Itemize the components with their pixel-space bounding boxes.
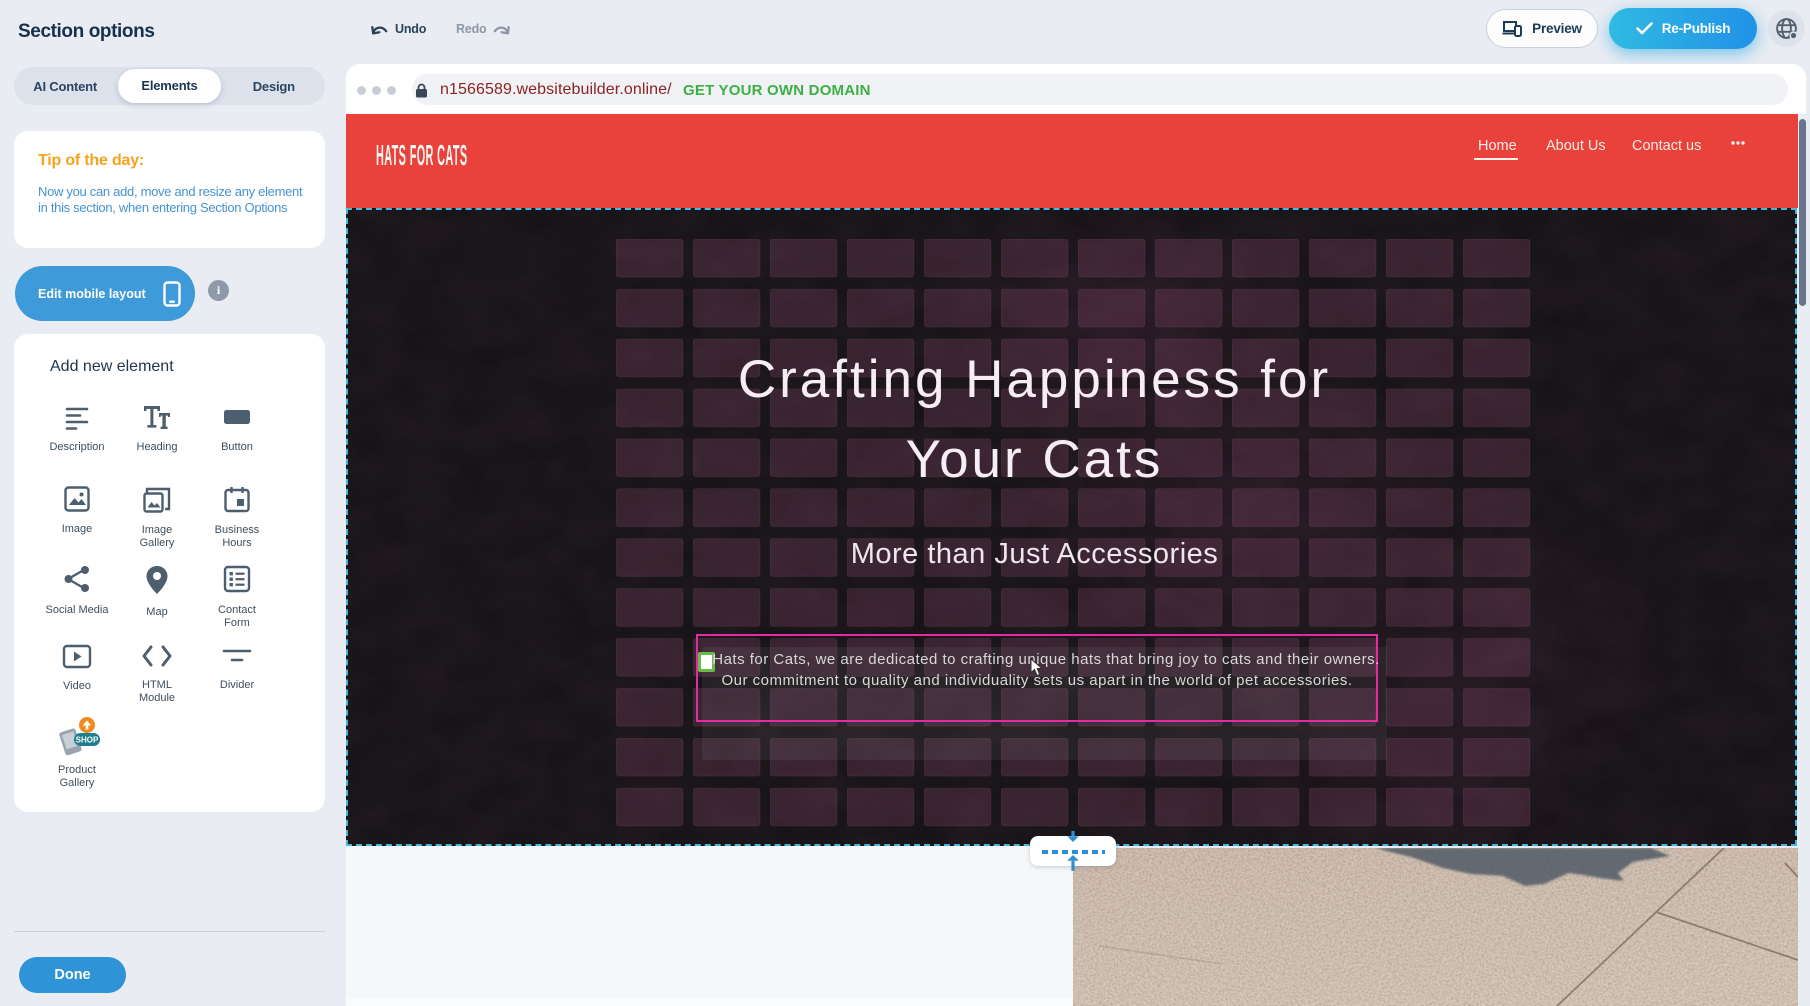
- svg-text:SHOP: SHOP: [76, 736, 99, 745]
